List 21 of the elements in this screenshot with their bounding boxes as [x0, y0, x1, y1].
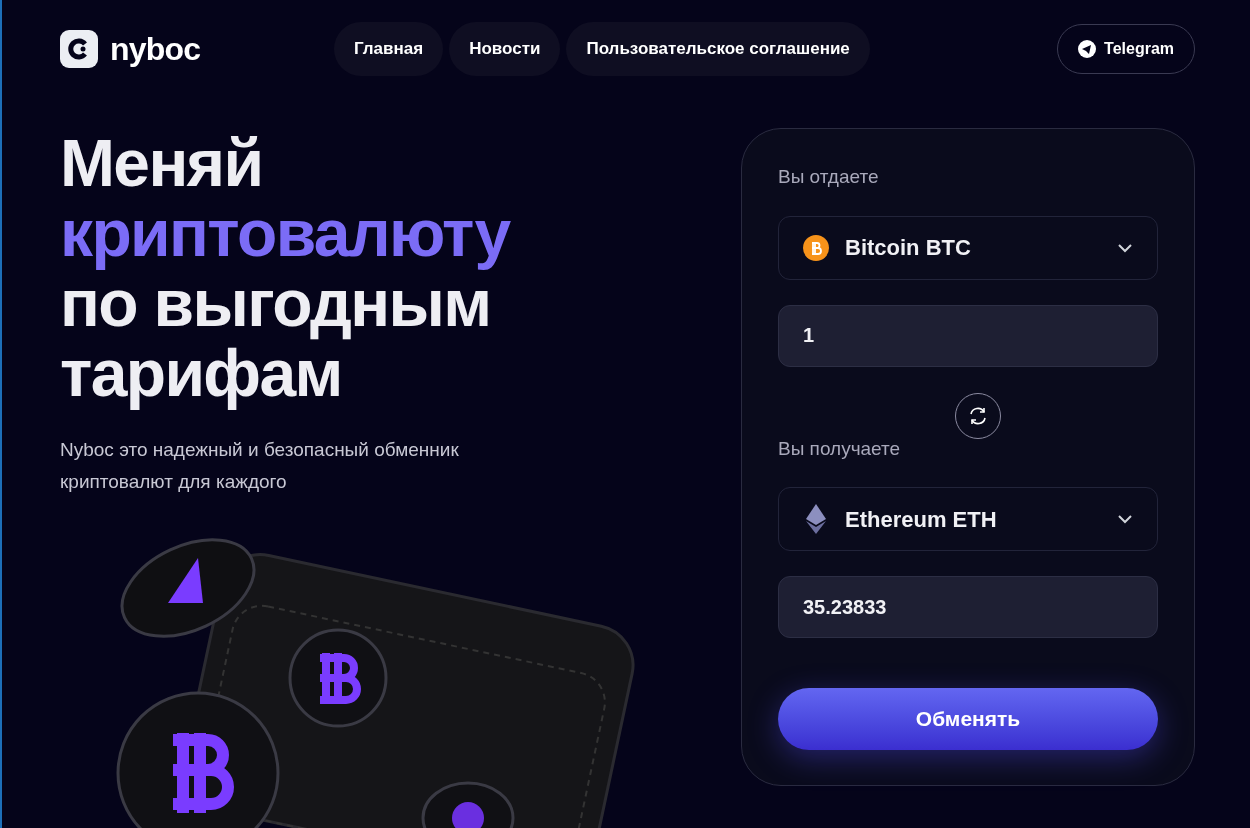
nav-link[interactable]: Пользовательское соглашение [566, 22, 870, 76]
hero-title-line: Меняй [60, 128, 263, 198]
exchange-button[interactable]: Обменять [778, 688, 1158, 750]
amount-field[interactable]: 1 [778, 304, 1158, 367]
hero-title-line: криптовалюту [60, 198, 510, 268]
receive-label: Вы получаете [778, 436, 902, 461]
give-label: Вы отдаете [778, 165, 880, 189]
chevron-down-icon [1117, 242, 1133, 253]
hero-description: Nyboc это надежный и безопасный обменник криптовалют для каждого [60, 438, 460, 494]
currency-select[interactable]: Bitcoin BTC [778, 215, 1158, 280]
paper-plane-icon [1078, 40, 1097, 58]
nav-link[interactable]: Главная [334, 22, 444, 76]
logo-text: nyboc [110, 30, 201, 69]
currency-select[interactable]: Ethereum ETH [778, 487, 1158, 551]
logo-icon [60, 30, 98, 68]
amount-field[interactable]: 35.23833 [778, 576, 1158, 638]
ethereum-icon [806, 504, 826, 534]
telegram-button[interactable]: Telegram [1057, 24, 1195, 74]
nav-link[interactable]: Новости [449, 22, 561, 76]
bitcoin-icon [803, 234, 829, 261]
chevron-down-icon [1117, 514, 1133, 524]
